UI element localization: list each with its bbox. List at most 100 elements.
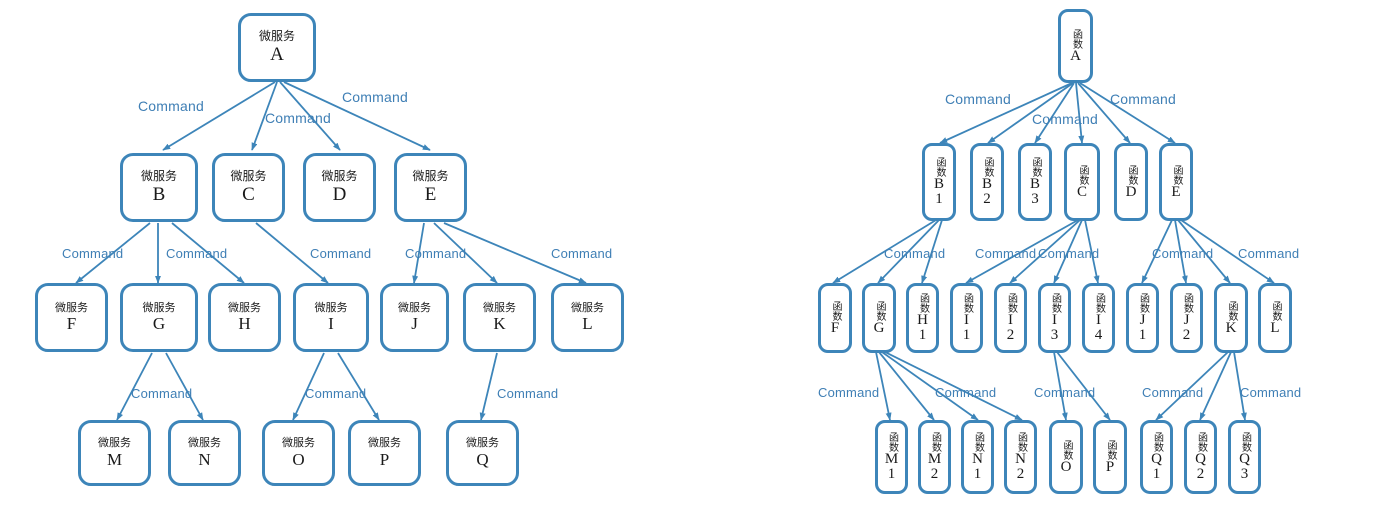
node-microservice-K[interactable]: 微服务 K [463,283,536,352]
node-prefix: 微服务 [368,436,401,450]
node-function-H1[interactable]: 函数 H 1 [906,283,939,353]
node-prefix: 微服务 [412,169,449,184]
node-function-O[interactable]: 函数 O [1049,420,1083,494]
node-prefix: 微服务 [321,169,358,184]
node-function-M2[interactable]: 函数 M 2 [918,420,951,494]
node-function-L[interactable]: 函数 L [1258,283,1292,353]
node-microservice-D[interactable]: 微服务 D [303,153,376,222]
node-prefix: 函数 [1049,293,1061,313]
node-id: I [964,312,969,328]
node-microservice-M[interactable]: 微服务 M [78,420,151,486]
edge-label-command: Command [305,386,367,401]
node-microservice-C[interactable]: 微服务 C [212,153,285,222]
node-function-M1[interactable]: 函数 M 1 [875,420,908,494]
node-function-B2[interactable]: 函数 B 2 [970,143,1004,221]
node-prefix: 微服务 [466,436,499,450]
edge-label-command: Command [1038,246,1100,261]
node-prefix: 函数 [1270,300,1281,321]
node-function-J1[interactable]: 函数 J 1 [1126,283,1159,353]
node-function-N1[interactable]: 函数 N 1 [961,420,994,494]
node-prefix: 函数 [1151,432,1163,452]
node-microservice-J[interactable]: 微服务 J [380,283,449,352]
node-function-A[interactable]: 函数 A [1058,9,1093,83]
node-id: F [66,314,77,334]
node-prefix: 函数 [934,157,945,177]
node-prefix: 函数 [1239,432,1251,452]
node-prefix: 函数 [1105,439,1116,460]
node-id: N [198,449,211,469]
node-id: G [152,314,166,334]
edge-label-command: Command [62,246,124,261]
node-id: F [830,319,840,336]
node-prefix: 函数 [1137,293,1149,313]
node-microservice-G[interactable]: 微服务 G [120,283,198,352]
node-microservice-F[interactable]: 微服务 F [35,283,108,352]
node-prefix: 函数 [1015,432,1027,452]
node-prefix: 微服务 [98,436,131,450]
node-function-P[interactable]: 函数 P [1093,420,1127,494]
node-microservice-H[interactable]: 微服务 H [208,283,281,352]
node-function-I1[interactable]: 函数 I 1 [950,283,983,353]
node-microservice-N[interactable]: 微服务 N [168,420,241,486]
node-prefix: 函数 [1181,293,1193,313]
node-prefix: 函数 [1077,164,1088,185]
node-function-G[interactable]: 函数 G [862,283,896,353]
edge-label-command: Command [1152,246,1214,261]
node-function-D[interactable]: 函数 D [1114,143,1148,221]
node-id-suffix: 2 [1016,466,1025,482]
edge-label-command: Command [138,98,204,114]
node-id: J [1183,312,1190,328]
node-function-E[interactable]: 函数 E [1159,143,1193,221]
node-function-I2[interactable]: 函数 I 2 [994,283,1027,353]
node-function-Q3[interactable]: 函数 Q 3 [1228,420,1261,494]
node-microservice-I[interactable]: 微服务 I [293,283,369,352]
node-id-suffix: 3 [1240,466,1249,482]
node-function-B1[interactable]: 函数 B 1 [922,143,956,221]
edge-label-command: Command [1142,385,1204,400]
edge-label-command: Command [166,246,228,261]
node-microservice-Q[interactable]: 微服务 Q [446,420,519,486]
node-function-K[interactable]: 函数 K [1214,283,1248,353]
node-function-I3[interactable]: 函数 I 3 [1038,283,1071,353]
node-prefix: 微服务 [571,300,604,314]
node-function-N2[interactable]: 函数 N 2 [1004,420,1037,494]
node-function-F[interactable]: 函数 F [818,283,852,353]
node-id-suffix: 3 [1031,191,1039,207]
node-id-suffix: 1 [918,327,927,343]
node-id-suffix: 2 [983,191,991,207]
node-microservice-P[interactable]: 微服务 P [348,420,421,486]
node-microservice-E[interactable]: 微服务 E [394,153,467,222]
node-microservice-O[interactable]: 微服务 O [262,420,335,486]
node-function-B3[interactable]: 函数 B 3 [1018,143,1052,221]
node-id: J [411,314,418,334]
node-id: I [1008,312,1013,328]
node-microservice-A[interactable]: 微服务 A [238,13,316,82]
node-id: Q [1195,451,1206,467]
node-function-Q2[interactable]: 函数 Q 2 [1184,420,1217,494]
node-id-suffix: 2 [930,466,939,482]
edge-label-command: Command [497,386,559,401]
node-prefix: 微服务 [140,169,177,184]
node-prefix: 函数 [917,293,929,313]
node-function-Q1[interactable]: 函数 Q 1 [1140,420,1173,494]
node-function-C[interactable]: 函数 C [1064,143,1100,221]
node-id: E [1171,183,1181,200]
node-prefix: 函数 [1005,293,1017,313]
node-prefix: 微服务 [398,300,431,314]
node-prefix: 微服务 [282,436,315,450]
node-prefix: 函数 [1171,164,1182,185]
node-prefix: 函数 [886,432,898,452]
node-id: D [1125,183,1137,200]
node-id: G [873,319,885,336]
node-microservice-B[interactable]: 微服务 B [120,153,198,222]
node-function-I4[interactable]: 函数 I 4 [1082,283,1115,353]
edge-label-command: Command [1032,111,1098,127]
node-id: I [1096,312,1101,328]
node-microservice-L[interactable]: 微服务 L [551,283,624,352]
edge-label-command: Command [884,246,946,261]
node-id: O [292,449,305,469]
node-id-suffix: 1 [1138,327,1147,343]
node-prefix: 微服务 [188,436,221,450]
node-function-J2[interactable]: 函数 J 2 [1170,283,1203,353]
node-prefix: 函数 [1195,432,1207,452]
